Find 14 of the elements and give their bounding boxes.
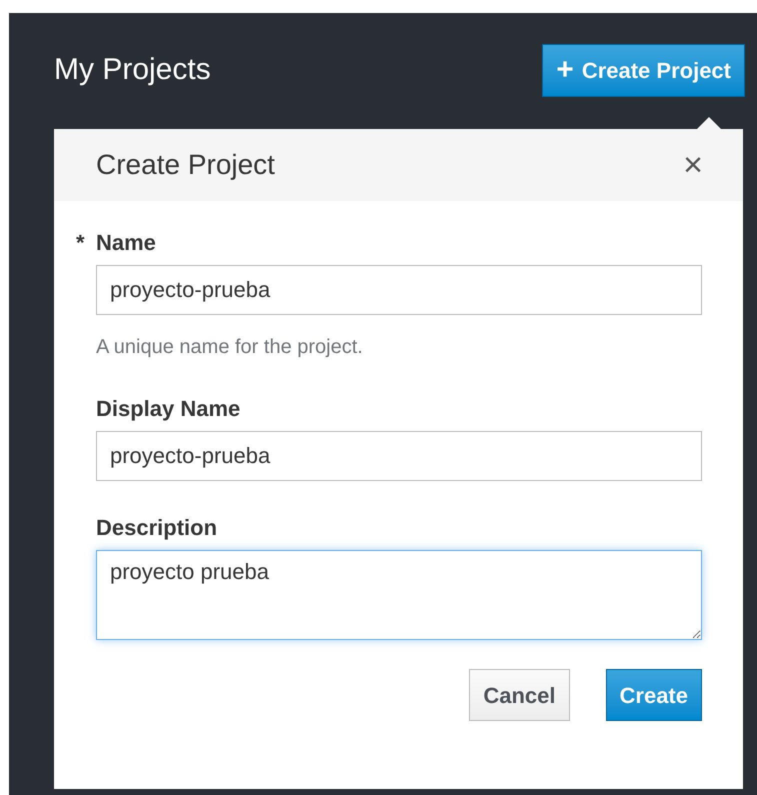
field-label: Display Name [96,394,240,423]
dialog-title: Create Project [96,148,275,182]
required-mark: * [76,228,85,256]
close-button[interactable]: × [683,148,703,182]
button-label: Create Project [582,56,731,85]
plus-icon: + [556,55,574,85]
field-label: Name [96,228,156,256]
help-text: A unique name for the project. [96,335,364,360]
field-label: Description [96,514,218,542]
page-title: My Projects [54,52,211,88]
text-input[interactable]: proyecto-prueba [96,431,702,481]
description-textarea[interactable]: proyecto prueba [96,550,702,640]
cancel-button[interactable]: Cancel [469,669,570,721]
text-input[interactable]: proyecto-prueba [96,265,702,315]
